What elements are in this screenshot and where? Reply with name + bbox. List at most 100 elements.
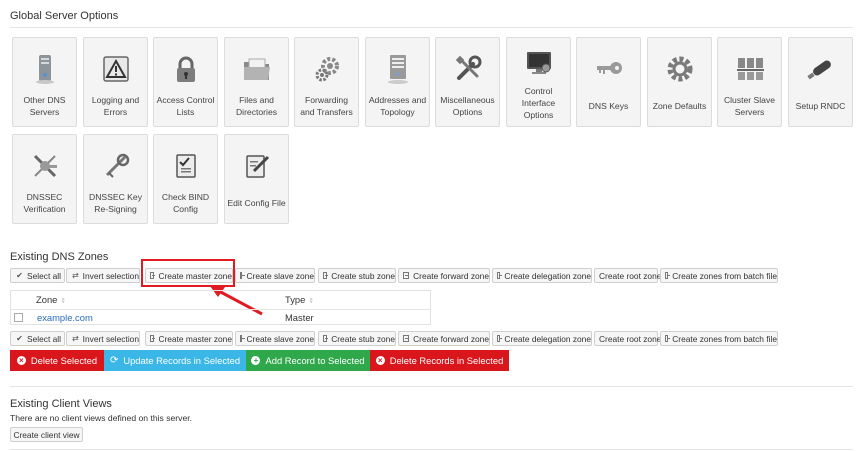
plus-box-icon (403, 335, 410, 342)
column-header-type[interactable]: Type ⇕ (285, 294, 314, 305)
tools-icon (451, 52, 485, 86)
tile-zone-defaults[interactable]: Zone Defaults (647, 37, 712, 127)
tile-dnssec-key-resigning[interactable]: DNSSEC Key Re-Signing (83, 134, 148, 224)
tile-addresses-and-topology[interactable]: Addresses and Topology (365, 37, 430, 127)
create-zones-from-batch-button[interactable]: Create zones from batch file (660, 331, 778, 346)
dns-zones-title: Existing DNS Zones (10, 251, 109, 263)
invert-selection-button[interactable]: ⇄ Invert selection (66, 331, 140, 346)
zone-type: Master (285, 312, 314, 323)
refresh-icon: ⟳ (109, 355, 119, 366)
zones-table: Zone ⇕ Type ⇕ example.com Master (10, 290, 431, 325)
no-views-message: There are no client views defined on thi… (10, 413, 192, 423)
tile-label: Check BIND Config (161, 192, 210, 214)
tile-control-interface-options[interactable]: Control Interface Options (506, 37, 571, 127)
create-delegation-zone-button[interactable]: Create delegation zone (492, 268, 592, 283)
create-root-zone-button[interactable]: Create root zone (594, 268, 661, 283)
usb-key-icon (804, 52, 838, 86)
plus-icon: + (251, 356, 261, 365)
column-header-zone[interactable]: Zone ⇕ (36, 294, 66, 305)
tile-dnssec-verification[interactable]: DNSSEC Verification (12, 134, 77, 224)
zone-link[interactable]: example.com (37, 312, 93, 323)
highlight-box (141, 259, 235, 287)
tile-label: Forwarding and Transfers (300, 95, 353, 117)
select-all-button[interactable]: ✔ Select all (10, 268, 65, 283)
tile-other-dns-servers[interactable]: Other DNS Servers (12, 37, 77, 127)
tile-logging-and-errors[interactable]: Logging and Errors (83, 37, 148, 127)
plus-box-icon (240, 335, 247, 342)
gear-icon (663, 52, 697, 86)
update-records-button[interactable]: ⟳ Update Records in Selected (104, 350, 246, 371)
global-options-title: Global Server Options (10, 10, 119, 22)
checklist-icon (169, 149, 203, 183)
create-forward-zone-button[interactable]: Create forward zone (398, 331, 490, 346)
create-root-zone-button[interactable]: Create root zone (594, 331, 661, 346)
plus-box-icon (323, 272, 329, 279)
check-icon: ✔ (16, 334, 23, 343)
control-monitor-icon (522, 46, 556, 80)
create-stub-zone-button[interactable]: Create stub zone (318, 268, 396, 283)
tile-label: Miscellaneous Options (440, 95, 495, 117)
tile-forwarding-and-transfers[interactable]: Forwarding and Transfers (294, 37, 359, 127)
plus-box-icon (497, 335, 503, 342)
check-icon: ✔ (16, 271, 23, 280)
create-delegation-zone-button[interactable]: Create delegation zone (492, 331, 592, 346)
cluster-icon (733, 52, 767, 86)
tile-label: DNSSEC Verification (23, 192, 66, 214)
create-master-zone-button[interactable]: Create master zone (145, 331, 233, 346)
tile-label: Zone Defaults (652, 101, 707, 111)
row-checkbox[interactable] (14, 313, 23, 322)
invert-selection-button[interactable]: ⇄ Invert selection (66, 268, 140, 283)
tile-label: Edit Config File (227, 198, 286, 208)
delete-selected-button[interactable]: × Delete Selected (10, 350, 104, 371)
sort-icon: ⇕ (308, 298, 315, 305)
sort-icon: ⇕ (60, 298, 67, 305)
invert-icon: ⇄ (71, 271, 79, 280)
tile-check-bind-config[interactable]: Check BIND Config (153, 134, 218, 224)
padlock-icon (169, 52, 203, 86)
client-views-title: Existing Client Views (10, 398, 112, 410)
tile-label: Other DNS Servers (23, 95, 66, 117)
tile-files-and-directories[interactable]: Files and Directories (224, 37, 289, 127)
plus-box-icon (403, 272, 410, 279)
add-record-button[interactable]: + Add Record to Selected (246, 350, 370, 371)
tile-cluster-slave-servers[interactable]: Cluster Slave Servers (717, 37, 782, 127)
tile-label: Logging and Errors (91, 95, 140, 117)
create-slave-zone-button[interactable]: Create slave zone (235, 331, 315, 346)
tile-label: Addresses and Topology (368, 95, 427, 117)
create-stub-zone-button[interactable]: Create stub zone (318, 331, 396, 346)
key-icon (592, 52, 626, 86)
select-all-button[interactable]: ✔ Select all (10, 331, 65, 346)
delete-records-button[interactable]: × Delete Records in Selected (370, 350, 509, 371)
create-forward-zone-button[interactable]: Create forward zone (398, 268, 490, 283)
tile-setup-rndc[interactable]: Setup RNDC (788, 37, 853, 127)
plus-box-icon (665, 335, 671, 342)
plus-box-icon (323, 335, 329, 342)
plus-box-icon (240, 272, 247, 279)
edit-file-icon (240, 149, 274, 183)
tile-edit-config-file[interactable]: Edit Config File (224, 134, 289, 224)
tile-miscellaneous-options[interactable]: Miscellaneous Options (435, 37, 500, 127)
plus-box-icon (497, 272, 503, 279)
plus-box-icon (665, 272, 671, 279)
folder-icon (240, 52, 274, 86)
plus-box-icon (150, 335, 156, 342)
delete-icon: × (16, 356, 26, 365)
tile-label: DNS Keys (588, 101, 629, 111)
divider (10, 27, 853, 28)
tile-access-control-lists[interactable]: Access Control Lists (153, 37, 218, 127)
tile-label: Control Interface Options (521, 86, 556, 120)
tile-label: DNSSEC Key Re-Signing (88, 192, 142, 214)
create-zones-from-batch-button[interactable]: Create zones from batch file (660, 268, 778, 283)
divider (10, 449, 853, 450)
tile-label: Files and Directories (235, 95, 278, 117)
tile-dns-keys[interactable]: DNS Keys (576, 37, 641, 127)
divider (11, 309, 430, 310)
divider (10, 386, 853, 387)
tile-label: Setup RNDC (795, 101, 846, 111)
dnssec-verify-icon (28, 149, 62, 183)
server-icon (28, 52, 62, 86)
create-client-view-button[interactable]: Create client view (10, 427, 83, 442)
warning-icon (99, 52, 133, 86)
create-slave-zone-button[interactable]: Create slave zone (235, 268, 315, 283)
invert-icon: ⇄ (71, 334, 79, 343)
